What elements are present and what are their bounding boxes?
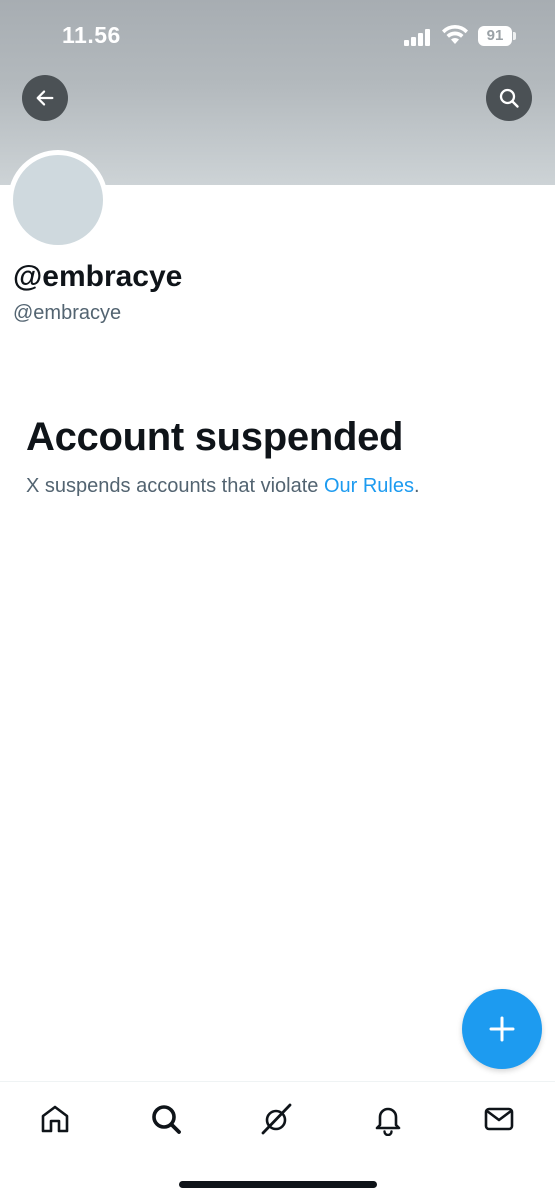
suspension-message-suffix: .: [414, 475, 420, 497]
status-bar: 11.56 91: [0, 0, 555, 70]
search-icon: [152, 1105, 181, 1134]
avatar[interactable]: [8, 150, 108, 250]
home-icon: [41, 1105, 69, 1133]
profile-handle: @embracye: [13, 302, 122, 324]
search-button[interactable]: [486, 75, 532, 121]
cellular-signal-icon: [404, 28, 434, 48]
battery-level: 91: [478, 26, 512, 46]
nav-grok[interactable]: [257, 1099, 297, 1139]
status-time: 11.56: [62, 22, 121, 48]
profile-display-name: @embracye: [13, 260, 183, 293]
compose-button[interactable]: [462, 989, 542, 1069]
nav-home[interactable]: [35, 1099, 75, 1139]
grok-icon: [261, 1103, 292, 1135]
home-indicator: [179, 1181, 377, 1188]
suspension-title: Account suspended: [26, 415, 404, 459]
suspension-message-text: X suspends accounts that violate: [26, 475, 324, 497]
search-icon: [499, 88, 519, 108]
arrow-left-icon: [36, 90, 54, 106]
battery-icon: 91: [478, 26, 516, 46]
back-button[interactable]: [22, 75, 68, 121]
nav-messages[interactable]: [479, 1099, 519, 1139]
suspension-message: X suspends accounts that violate Our Rul…: [26, 475, 420, 498]
mail-icon: [484, 1107, 514, 1131]
wifi-icon: [441, 24, 469, 46]
bell-icon: [375, 1107, 401, 1136]
our-rules-link[interactable]: Our Rules: [324, 475, 414, 497]
nav-notifications[interactable]: [368, 1099, 408, 1139]
plus-icon: [489, 1016, 515, 1042]
nav-explore[interactable]: [146, 1099, 186, 1139]
